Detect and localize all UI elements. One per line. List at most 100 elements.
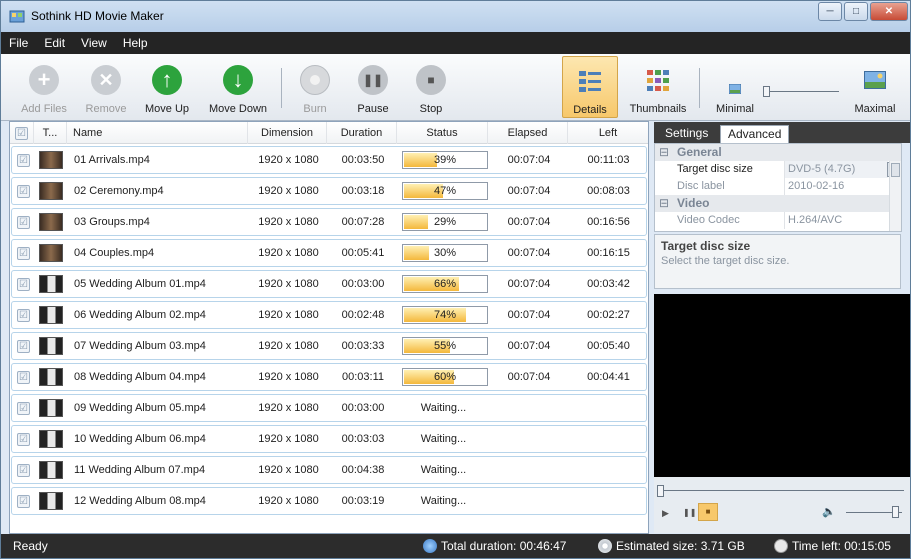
table-row[interactable]: ☑ 10 Wedding Album 06.mp4 1920 x 1080 00:03… [11, 425, 647, 453]
row-checkbox[interactable]: ☑ [17, 309, 30, 322]
menu-help[interactable]: Help [115, 36, 156, 50]
row-checkbox[interactable]: ☑ [17, 278, 30, 291]
group-video[interactable]: ⊟ Video [655, 195, 901, 212]
move-up-button[interactable]: ↑ Move Up [137, 56, 197, 118]
property-scrollbar[interactable] [889, 161, 901, 231]
table-row[interactable]: ☑ 06 Wedding Album 02.mp4 1920 x 1080 00:02… [11, 301, 647, 329]
row-checkbox[interactable]: ☑ [17, 154, 30, 167]
minimize-button[interactable]: ─ [818, 2, 842, 21]
close-button[interactable]: ✕ [870, 2, 908, 21]
row-checkbox[interactable]: ☑ [17, 464, 30, 477]
zoom-slider-thumb[interactable] [763, 86, 770, 97]
progress-text: 60% [433, 371, 457, 383]
file-elapsed: 00:07:04 [507, 309, 551, 321]
table-row[interactable]: ☑ 12 Wedding Album 08.mp4 1920 x 1080 00:03… [11, 487, 647, 515]
seek-thumb[interactable] [657, 485, 664, 497]
file-elapsed: 00:07:04 [507, 154, 551, 166]
header-left[interactable]: Left [568, 122, 648, 144]
prop-value[interactable]: H.264/AVC [784, 212, 888, 229]
file-list: ☑ T... Name Dimension Duration Status El… [9, 121, 649, 534]
header-elapsed[interactable]: Elapsed [488, 122, 568, 144]
volume-thumb[interactable] [892, 506, 899, 518]
burn-button[interactable]: Burn [291, 56, 339, 118]
stop-playback-button[interactable]: ■ [698, 503, 718, 521]
file-duration: 00:03:18 [341, 185, 385, 197]
row-checkbox[interactable]: ☑ [17, 340, 30, 353]
table-row[interactable]: ☑ 08 Wedding Album 04.mp4 1920 x 1080 00:03… [11, 363, 647, 391]
prop-video-codec[interactable]: Video Codec H.264/AVC [655, 212, 901, 229]
table-row[interactable]: ☑ 09 Wedding Album 05.mp4 1920 x 1080 00:03… [11, 394, 647, 422]
file-duration: 00:03:50 [341, 154, 385, 166]
move-down-button[interactable]: ↓ Move Down [201, 56, 275, 118]
pause-button[interactable]: ❚❚ Pause [349, 56, 397, 118]
table-row[interactable]: ☑ 03 Groups.mp4 1920 x 1080 00:07:28 29% 00:0… [11, 208, 647, 236]
add-files-button[interactable]: + Add Files [13, 56, 75, 118]
time-left-text: Time left: 00:15:05 [792, 539, 891, 553]
scrollbar-thumb[interactable] [891, 163, 900, 177]
volume-icon[interactable]: 🔈 [822, 505, 836, 518]
header-thumbnail[interactable]: T... [34, 122, 67, 144]
row-checkbox[interactable]: ☑ [17, 216, 30, 229]
table-row[interactable]: ☑ 02 Ceremony.mp4 1920 x 1080 00:03:18 47% 00… [11, 177, 647, 205]
stop-button[interactable]: ■ Stop [407, 56, 455, 118]
menu-file[interactable]: File [1, 36, 36, 50]
arrow-down-icon: ↓ [223, 65, 253, 95]
file-duration: 00:07:28 [341, 216, 385, 228]
collapse-icon[interactable]: ⊟ [659, 144, 669, 161]
table-row[interactable]: ☑ 11 Wedding Album 07.mp4 1920 x 1080 00:04… [11, 456, 647, 484]
header-name[interactable]: Name [67, 122, 248, 144]
thumbnails-view-button[interactable]: Thumbnails [623, 56, 693, 118]
row-checkbox[interactable]: ☑ [17, 402, 30, 415]
file-time-left: 00:05:40 [587, 340, 630, 352]
file-elapsed [489, 395, 569, 421]
table-row[interactable]: ☑ 07 Wedding Album 03.mp4 1920 x 1080 00:03… [11, 332, 647, 360]
property-grid: ⊟ General Target disc size DVD-5 (4.7G) … [654, 143, 902, 232]
prop-disc-label[interactable]: Disc label 2010-02-16 [655, 178, 901, 195]
row-checkbox[interactable]: ☑ [17, 433, 30, 446]
collapse-icon[interactable]: ⊟ [659, 195, 669, 212]
tab-settings[interactable]: Settings [658, 125, 715, 143]
row-checkbox[interactable]: ☑ [17, 495, 30, 508]
details-view-button[interactable]: Details [562, 56, 618, 118]
maximal-zoom-button[interactable]: Maximal [847, 56, 903, 118]
remove-button[interactable]: ✕ Remove [77, 56, 135, 118]
header-select-all-checkbox[interactable]: ☑ [10, 122, 34, 144]
table-row[interactable]: ☑ 05 Wedding Album 01.mp4 1920 x 1080 00:03… [11, 270, 647, 298]
menu-view[interactable]: View [73, 36, 115, 50]
table-row[interactable]: ☑ 04 Couples.mp4 1920 x 1080 00:05:41 30% 00:… [11, 239, 647, 267]
file-duration: 00:03:00 [341, 402, 385, 414]
status-ready: Ready [13, 539, 48, 553]
group-general-label: General [677, 145, 722, 159]
app-icon [9, 8, 25, 24]
group-general[interactable]: ⊟ General [655, 144, 901, 161]
target-disc-size-select[interactable]: DVD-5 (4.7G) ▾ [784, 161, 901, 178]
prop-target-disc-size[interactable]: Target disc size DVD-5 (4.7G) ▾ [655, 161, 901, 178]
header-status[interactable]: Status [397, 122, 488, 144]
file-duration: 00:03:03 [341, 433, 385, 445]
row-checkbox[interactable]: ☑ [17, 185, 30, 198]
add-files-label: Add Files [21, 103, 67, 115]
zoom-slider[interactable] [763, 86, 839, 98]
header-duration[interactable]: Duration [327, 122, 397, 144]
file-elapsed: 00:07:04 [507, 247, 551, 259]
progress-bar: 47% [402, 182, 488, 200]
checkbox[interactable]: ☑ [15, 126, 28, 140]
estimated-size-text: Estimated size: 3.71 GB [616, 539, 745, 553]
menu-edit[interactable]: Edit [36, 36, 73, 50]
play-button[interactable]: ▶ [662, 508, 669, 519]
video-thumbnail [39, 492, 63, 510]
row-checkbox[interactable]: ☑ [17, 371, 30, 384]
row-checkbox[interactable]: ☑ [17, 247, 30, 260]
table-row[interactable]: ☑ 01 Arrivals.mp4 1920 x 1080 00:03:50 39% 00… [11, 146, 647, 174]
pause-playback-button[interactable]: ❚❚ [683, 508, 696, 517]
header-dimension[interactable]: Dimension [248, 122, 327, 144]
seek-bar[interactable] [660, 490, 904, 491]
file-duration: 00:03:00 [341, 278, 385, 290]
minimal-zoom-button[interactable]: Minimal [709, 56, 761, 118]
maximize-button[interactable]: □ [844, 2, 868, 21]
progress-bar: 74% [402, 306, 488, 324]
prop-value[interactable]: 2010-02-16 [784, 178, 888, 195]
file-dimension: 1920 x 1080 [258, 309, 319, 321]
file-time-left: 00:16:15 [587, 247, 630, 259]
tab-advanced[interactable]: Advanced [720, 125, 790, 143]
